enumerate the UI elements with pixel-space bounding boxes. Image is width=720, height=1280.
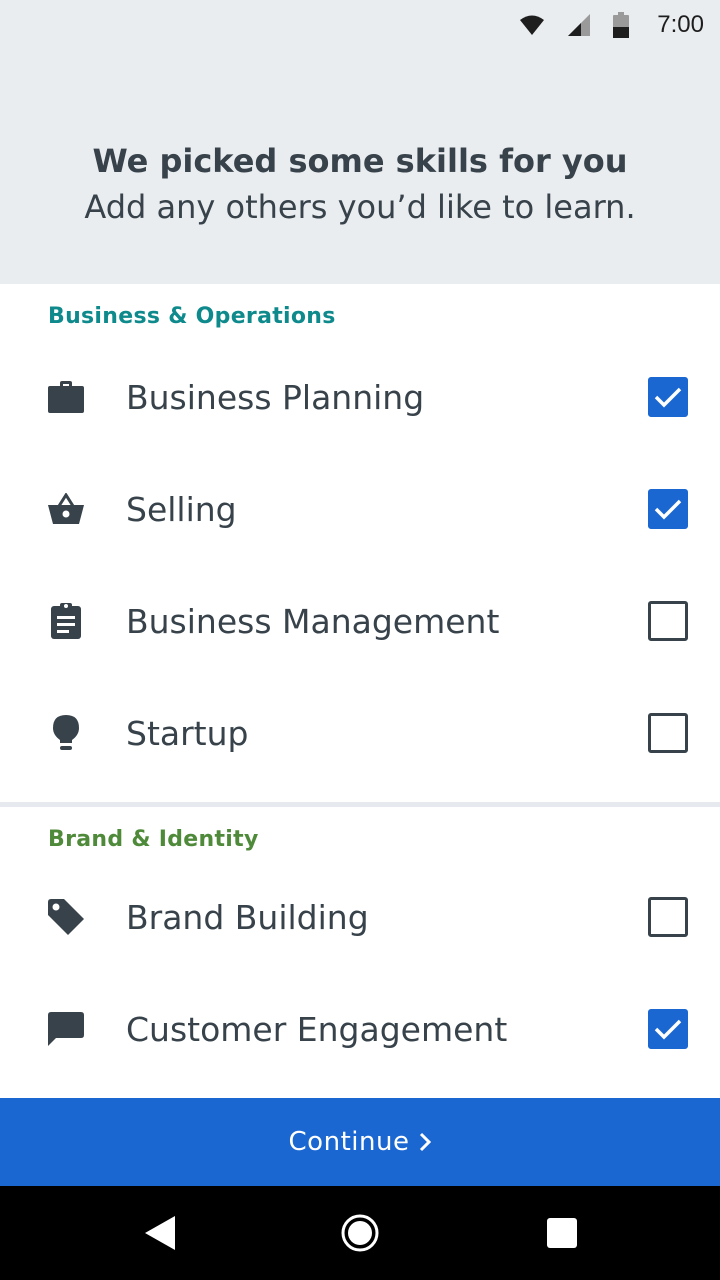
page-subtitle: Add any others you’d like to learn. bbox=[84, 188, 636, 226]
status-bar: 7:00 bbox=[0, 0, 720, 50]
home-icon bbox=[341, 1214, 379, 1252]
page-title: We picked some skills for you bbox=[92, 142, 628, 180]
status-time: 7:00 bbox=[657, 11, 704, 38]
back-button[interactable] bbox=[110, 1186, 210, 1280]
section-header: Brand & Identity bbox=[48, 827, 259, 852]
skill-checkbox[interactable] bbox=[648, 377, 688, 417]
skill-row-selling[interactable]: Selling bbox=[0, 453, 720, 565]
skill-checkbox[interactable] bbox=[648, 1009, 688, 1049]
chevron-right-icon bbox=[419, 1132, 432, 1152]
skill-checkbox[interactable] bbox=[648, 713, 688, 753]
chat-icon bbox=[46, 1009, 86, 1049]
skill-row-business-management[interactable]: Business Management bbox=[0, 565, 720, 677]
section-brand-identity: Brand & Identity Brand Building Customer… bbox=[0, 807, 720, 1098]
skill-checkbox[interactable] bbox=[648, 601, 688, 641]
section-business-operations: Business & Operations Business Planning … bbox=[0, 284, 720, 802]
checkmark-icon bbox=[654, 499, 682, 520]
skill-label: Brand Building bbox=[126, 897, 369, 937]
wifi-icon bbox=[519, 14, 545, 36]
skill-row-business-planning[interactable]: Business Planning bbox=[0, 341, 720, 453]
recents-button[interactable] bbox=[512, 1186, 612, 1280]
skill-checkbox[interactable] bbox=[648, 489, 688, 529]
lightbulb-icon bbox=[46, 713, 86, 753]
section-header: Business & Operations bbox=[48, 304, 336, 329]
continue-label: Continue bbox=[288, 1127, 410, 1157]
basket-icon bbox=[46, 489, 86, 529]
skill-label: Selling bbox=[126, 489, 237, 529]
recents-icon bbox=[547, 1218, 577, 1248]
skill-row-startup[interactable]: Startup bbox=[0, 677, 720, 789]
continue-button[interactable]: Continue bbox=[0, 1098, 720, 1186]
checkmark-icon bbox=[654, 387, 682, 408]
skill-row-brand-building[interactable]: Brand Building bbox=[0, 861, 720, 973]
back-icon bbox=[145, 1216, 175, 1250]
home-button[interactable] bbox=[310, 1186, 410, 1280]
skill-label: Startup bbox=[126, 713, 249, 753]
skill-label: Customer Engagement bbox=[126, 1009, 508, 1049]
skill-checkbox[interactable] bbox=[648, 897, 688, 937]
skill-label: Business Planning bbox=[126, 377, 425, 417]
header: We picked some skills for you Add any ot… bbox=[0, 50, 720, 284]
checkmark-icon bbox=[654, 1019, 682, 1040]
tag-icon bbox=[46, 897, 86, 937]
briefcase-icon bbox=[46, 377, 86, 417]
navigation-bar bbox=[0, 1186, 720, 1280]
battery-icon bbox=[613, 12, 630, 38]
skill-label: Business Management bbox=[126, 601, 500, 641]
skill-row-customer-engagement[interactable]: Customer Engagement bbox=[0, 973, 720, 1085]
cellular-signal-icon bbox=[567, 13, 591, 37]
clipboard-icon bbox=[46, 601, 86, 641]
